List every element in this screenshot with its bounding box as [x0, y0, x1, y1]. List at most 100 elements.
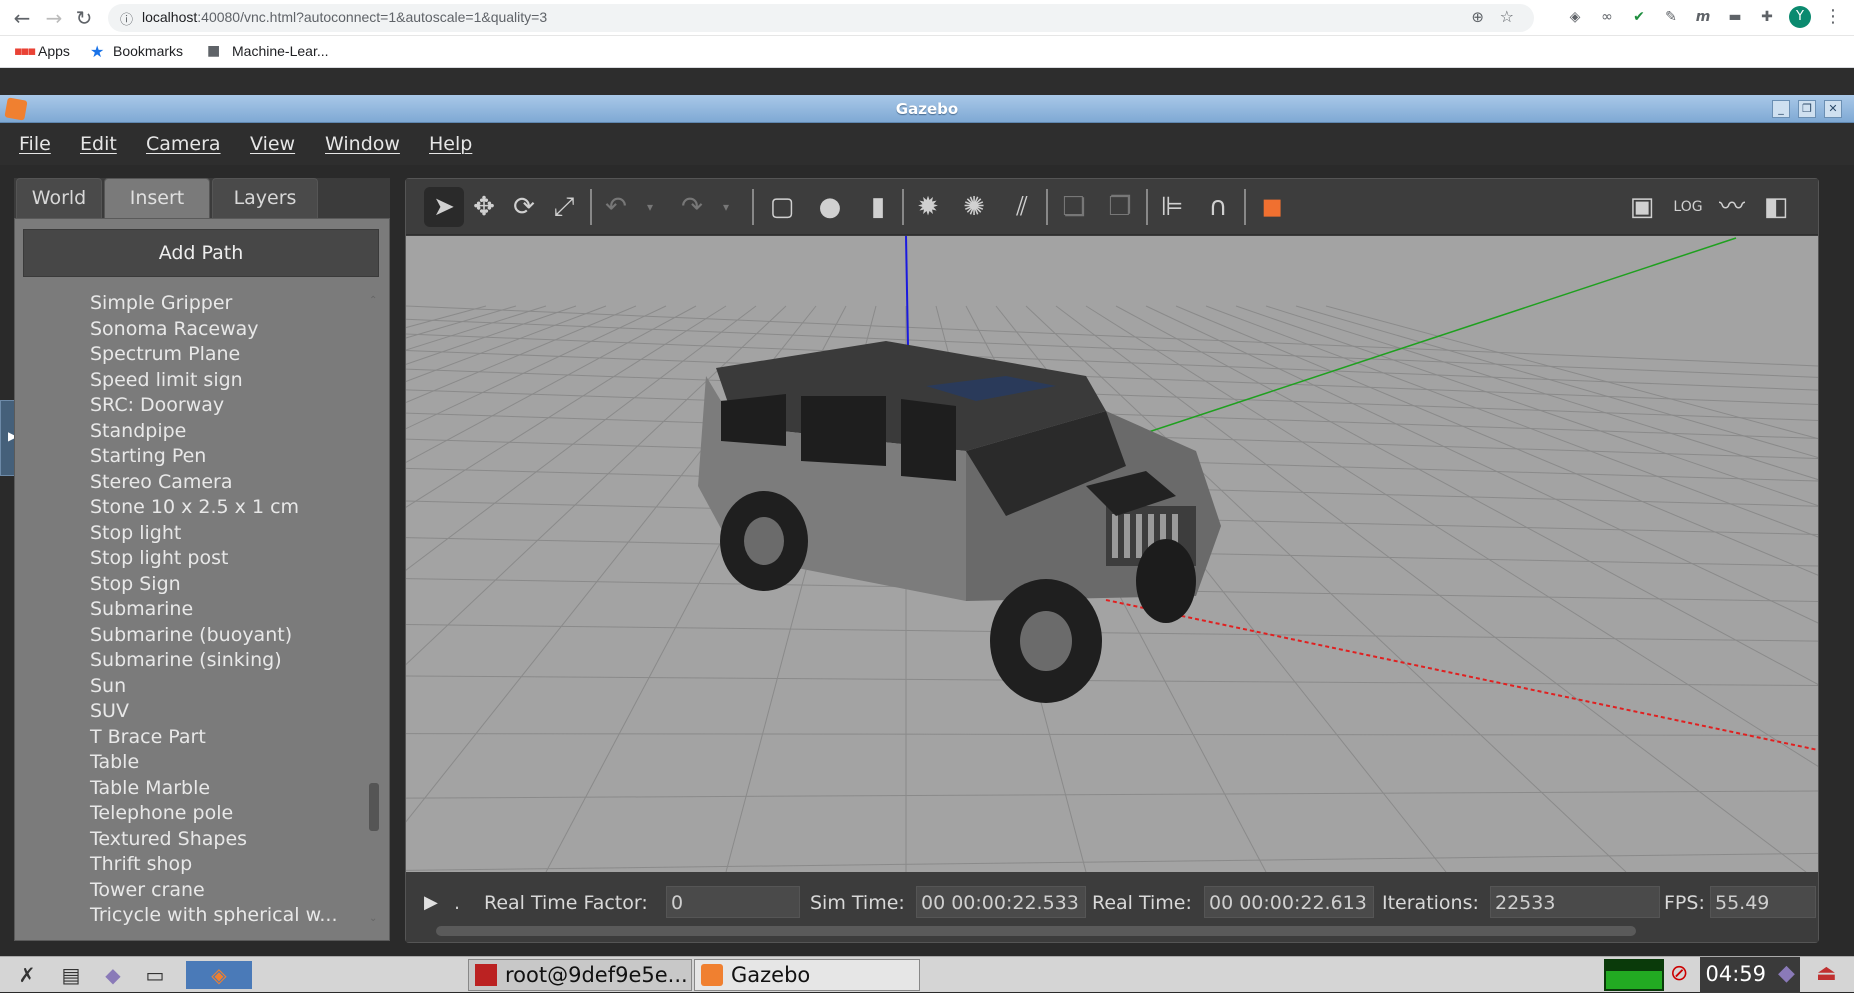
model-list-item[interactable]: SUV [15, 699, 363, 725]
menu-file[interactable]: File [19, 133, 51, 155]
model-list-item[interactable]: T Brace Part [15, 725, 363, 751]
tab-world[interactable]: World [16, 178, 102, 218]
extension-terminal-icon[interactable]: ▬ [1726, 8, 1744, 26]
extension-check-icon[interactable]: ✔ [1630, 8, 1648, 26]
model-list-item[interactable]: Submarine (sinking) [15, 648, 363, 674]
maximize-button[interactable]: ❐ [1798, 100, 1816, 118]
menu-camera[interactable]: Camera [146, 133, 221, 155]
scroll-down-icon[interactable]: ⌄ [369, 913, 377, 924]
back-icon[interactable]: ← [10, 6, 34, 30]
menu-edit[interactable]: Edit [80, 133, 117, 155]
status-scrollbar[interactable] [436, 926, 1636, 936]
box-shape-icon[interactable]: ▢ [762, 187, 802, 227]
taskbar-terminal[interactable]: root@9def9e5e... [468, 959, 692, 991]
logout-icon[interactable]: ⏏ [1816, 961, 1837, 986]
model-list-item[interactable]: Stop Sign [15, 572, 363, 598]
log-icon[interactable]: LOG [1668, 187, 1708, 227]
forward-icon[interactable]: → [42, 6, 66, 30]
extension-m-icon[interactable]: m [1694, 8, 1712, 26]
plot-icon[interactable]: 〰 [1712, 187, 1752, 227]
bookmark-apps[interactable]: Apps [38, 43, 70, 59]
select-mode-icon[interactable]: ➤ [424, 187, 464, 227]
model-list-item[interactable]: Standpipe [15, 419, 363, 445]
align-icon[interactable]: ⊫ [1152, 187, 1192, 227]
bookmark-star-icon[interactable]: ☆ [1500, 7, 1514, 26]
extension-shield-icon[interactable]: ◈ [1566, 8, 1584, 26]
model-list-item[interactable]: Stereo Camera [15, 470, 363, 496]
step-icon[interactable]: . [454, 892, 460, 914]
model-list-item[interactable]: Table [15, 750, 363, 776]
video-record-icon[interactable]: ◧ [1756, 187, 1796, 227]
iterations-label: Iterations: [1382, 892, 1479, 914]
model-list-item[interactable]: Submarine [15, 597, 363, 623]
model-list-item[interactable]: Starting Pen [15, 444, 363, 470]
sphere-shape-icon[interactable]: ● [810, 187, 850, 227]
model-list-item[interactable]: Stone 10 x 2.5 x 1 cm [15, 495, 363, 521]
menu-view[interactable]: View [250, 133, 295, 155]
zoom-icon[interactable]: ⊕ [1471, 8, 1484, 26]
directional-light-icon[interactable]: ⫽ [1002, 187, 1042, 227]
scroll-up-icon[interactable]: ⌃ [369, 295, 377, 306]
tray-launcher-icon[interactable]: ◆ [1778, 961, 1795, 986]
bookmark-bookmarks[interactable]: Bookmarks [113, 43, 183, 59]
menu-help[interactable]: Help [429, 133, 472, 155]
profile-avatar[interactable]: Y [1789, 6, 1811, 28]
model-list-item[interactable]: Tower crane [15, 878, 363, 904]
model-list-item[interactable]: Speed limit sign [15, 368, 363, 394]
start-menu-icon[interactable]: ✗ [12, 961, 42, 989]
model-list-item[interactable]: Spectrum Plane [15, 342, 363, 368]
cylinder-shape-icon[interactable]: ▮ [858, 187, 898, 227]
paste-icon[interactable]: ❐ [1100, 187, 1140, 227]
snap-magnet-icon[interactable]: ∩ [1198, 187, 1238, 227]
bookmark-machine-learning[interactable]: Machine-Lear... [232, 43, 329, 59]
extension-eyedropper-icon[interactable]: ✎ [1662, 8, 1680, 26]
translate-mode-icon[interactable]: ✥ [464, 187, 504, 227]
tab-insert[interactable]: Insert [104, 178, 210, 218]
info-icon[interactable]: ⓘ [120, 9, 133, 28]
network-disconnected-icon[interactable]: ⊘ [1670, 961, 1688, 986]
play-icon[interactable]: ▶ [424, 892, 438, 913]
extension-link-icon[interactable]: ∞ [1598, 8, 1616, 26]
window-title-bar[interactable]: Gazebo _ ❐ ✕ [0, 95, 1854, 123]
model-list-item[interactable]: Stop light post [15, 546, 363, 572]
3d-scene-view[interactable] [406, 236, 1818, 872]
scrollbar-thumb[interactable] [369, 783, 379, 831]
tab-layers[interactable]: Layers [212, 178, 318, 218]
undo-history-icon[interactable]: ▾ [630, 187, 670, 227]
minimize-button[interactable]: _ [1772, 100, 1790, 118]
view-angle-icon[interactable]: ◼ [1252, 187, 1292, 227]
model-list-item[interactable]: Thrift shop [15, 852, 363, 878]
browser-menu-icon[interactable]: ⋮ [1824, 8, 1842, 26]
model-list-item[interactable]: Submarine (buoyant) [15, 623, 363, 649]
add-path-button[interactable]: Add Path [23, 229, 379, 277]
address-bar[interactable]: ⓘ localhost:40080/vnc.html?autoconnect=1… [108, 4, 1534, 32]
model-list-scrollbar[interactable]: ⌃ ⌄ [369, 295, 379, 935]
scale-mode-icon[interactable]: ⤢ [544, 187, 584, 227]
extensions-puzzle-icon[interactable]: ✚ [1758, 8, 1776, 26]
reload-icon[interactable]: ↻ [72, 6, 96, 30]
model-list-item[interactable]: Telephone pole [15, 801, 363, 827]
gazebo-launcher-icon[interactable]: ◈ [186, 961, 252, 989]
screenshot-camera-icon[interactable]: ▣ [1622, 187, 1662, 227]
model-list-item[interactable]: Textured Shapes [15, 827, 363, 853]
browser-toolbar: ← → ↻ ⓘ localhost:40080/vnc.html?autocon… [0, 0, 1854, 36]
rotate-mode-icon[interactable]: ⟳ [504, 187, 544, 227]
scene-canvas[interactable] [406, 236, 1818, 872]
model-list-item[interactable]: Simple Gripper [15, 291, 363, 317]
menu-window[interactable]: Window [325, 133, 400, 155]
close-button[interactable]: ✕ [1824, 100, 1842, 118]
model-list-item[interactable]: Table Marble [15, 776, 363, 802]
spot-light-icon[interactable]: ✺ [954, 187, 994, 227]
file-manager-icon[interactable]: ▤ [56, 961, 86, 989]
taskbar-gazebo[interactable]: Gazebo [694, 959, 920, 991]
model-list-item[interactable]: SRC: Doorway [15, 393, 363, 419]
model-list-item[interactable]: Tricycle with spherical w... [15, 903, 363, 929]
launcher-icon[interactable]: ◆ [98, 961, 128, 989]
model-list-item[interactable]: Sonoma Raceway [15, 317, 363, 343]
model-list-item[interactable]: Sun [15, 674, 363, 700]
model-list-item[interactable]: Stop light [15, 521, 363, 547]
copy-icon[interactable]: ❏ [1054, 187, 1094, 227]
point-light-icon[interactable]: ✹ [908, 187, 948, 227]
redo-history-icon[interactable]: ▾ [706, 187, 746, 227]
show-desktop-icon[interactable]: ▭ [140, 961, 170, 989]
